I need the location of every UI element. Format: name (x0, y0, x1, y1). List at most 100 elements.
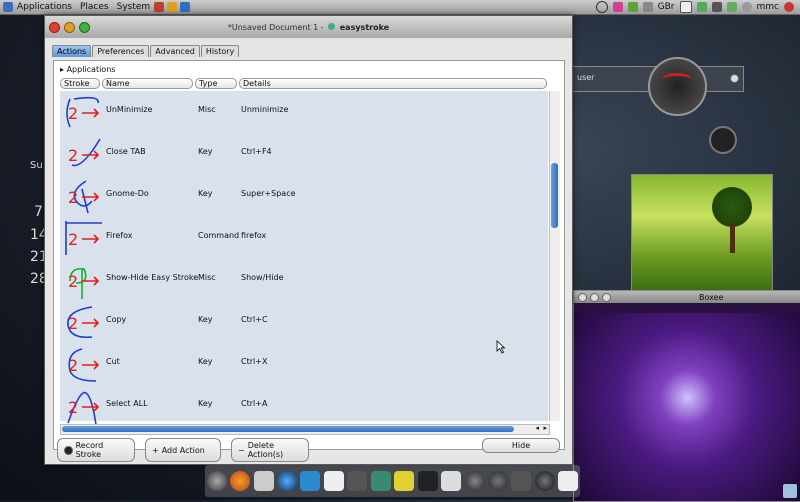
stroke-start-marker: 2 (68, 356, 78, 375)
close-icon[interactable] (730, 74, 739, 83)
action-name[interactable]: Firefox (106, 231, 132, 240)
settings-dock-icon[interactable] (441, 471, 462, 491)
info-dock-icon[interactable] (464, 471, 485, 491)
col-type[interactable]: Type (195, 78, 237, 89)
volume-icon[interactable] (711, 2, 722, 12)
action-details[interactable]: Super+Space (241, 189, 296, 198)
table-row[interactable]: 2 Firefox Command firefox (60, 217, 548, 259)
tree-group-applications[interactable]: ▸ Applications (60, 65, 115, 74)
action-name[interactable]: Gnome-Do (106, 189, 149, 198)
corner-app-icon[interactable] (783, 484, 797, 498)
action-name[interactable]: Close TAB (106, 147, 146, 156)
launcher-icon[interactable] (154, 2, 165, 12)
username[interactable]: mmc (757, 2, 779, 12)
table-row[interactable]: 2 Gnome-Do Key Super+Space (60, 175, 548, 217)
hide-button[interactable]: Hide (482, 438, 560, 453)
trash-dock-icon[interactable] (511, 471, 532, 491)
notes-dock-icon[interactable] (558, 471, 579, 491)
speedometer-widget (648, 57, 707, 116)
terminal-dock-icon[interactable] (417, 471, 438, 491)
menu-places[interactable]: Places (76, 2, 113, 12)
action-type[interactable]: Key (198, 357, 213, 366)
delete-action-button[interactable]: − Delete Action(s) (231, 438, 309, 462)
action-details[interactable]: Unminimize (241, 105, 288, 114)
user-icon[interactable] (741, 2, 752, 12)
stroke-dock-icon[interactable] (370, 471, 391, 491)
action-type[interactable]: Key (198, 315, 213, 324)
action-name[interactable]: UnMinimize (106, 105, 152, 114)
title-bar[interactable]: *Unsaved Document 1 - easystroke (45, 16, 572, 38)
horizontal-scroll-thumb[interactable] (62, 426, 514, 432)
table-row[interactable]: 2 Select ALL Key Ctrl+A (60, 385, 548, 427)
stroke-start-marker: 2 (68, 146, 78, 165)
maximize-icon[interactable] (602, 292, 611, 302)
stroke-gesture-icon: 2 (68, 138, 101, 167)
power-icon[interactable] (784, 2, 794, 12)
table-row[interactable]: 2 UnMinimize Misc Unminimize (60, 91, 548, 133)
col-stroke[interactable]: Stroke (60, 78, 100, 89)
action-type[interactable]: Key (198, 399, 213, 408)
notify-icon[interactable] (612, 2, 623, 12)
action-details[interactable]: Ctrl+C (241, 315, 268, 324)
launcher-icon[interactable] (180, 2, 191, 12)
keyboard-layout-indicator[interactable]: GBr (658, 2, 675, 12)
action-type[interactable]: Command (198, 231, 239, 240)
text-editor-dock-icon[interactable] (323, 471, 344, 491)
action-details[interactable]: Ctrl+X (241, 357, 267, 366)
crosshair-icon[interactable] (595, 1, 608, 13)
cpu-gauge-widget (709, 126, 737, 154)
network-icon[interactable] (627, 2, 638, 12)
stroke-gesture-icon: 2 (67, 391, 100, 425)
col-details[interactable]: Details (239, 78, 547, 89)
action-type[interactable]: Misc (198, 105, 216, 114)
tab-advanced[interactable]: Advanced (150, 45, 200, 57)
action-name[interactable]: Select ALL (106, 399, 148, 408)
table-row[interactable]: 2 Show-Hide Easy Stroke Misc Show/Hide (60, 259, 548, 301)
add-action-button[interactable]: + Add Action (145, 438, 221, 462)
browser-dock-icon[interactable] (277, 471, 298, 491)
menu-system[interactable]: System (113, 2, 155, 12)
firefox-dock-icon[interactable] (230, 471, 251, 491)
record-stroke-button[interactable]: Record Stroke (57, 438, 135, 462)
chart-icon[interactable] (696, 2, 707, 12)
action-details[interactable]: Show/Hide (241, 273, 284, 282)
col-name[interactable]: Name (102, 78, 193, 89)
table-row[interactable]: 2 Close TAB Key Ctrl+F4 (60, 133, 548, 175)
vertical-scrollbar[interactable] (549, 91, 560, 421)
lock-dock-icon[interactable] (347, 471, 368, 491)
action-type[interactable]: Key (198, 189, 213, 198)
expander-icon[interactable]: ▸ (60, 65, 64, 74)
launcher-icon[interactable] (167, 2, 178, 12)
table-row[interactable]: 2 Cut Key Ctrl+X (60, 343, 548, 385)
action-type[interactable]: Misc (198, 273, 216, 282)
action-type[interactable]: Key (198, 147, 213, 156)
arrow-right-icon (82, 150, 100, 160)
action-name[interactable]: Show-Hide Easy Stroke (106, 273, 198, 282)
action-details[interactable]: firefox (241, 231, 266, 240)
easystroke-dock-icon[interactable] (206, 471, 227, 491)
menu-applications[interactable]: Applications (13, 2, 76, 12)
apps-menu-icon[interactable] (3, 2, 13, 12)
power-dock-icon[interactable] (534, 471, 555, 491)
minimize-icon[interactable] (590, 292, 599, 302)
calculator-dock-icon[interactable] (253, 471, 274, 491)
scroll-left-icon[interactable]: ◂ (535, 424, 539, 432)
close-icon[interactable] (578, 292, 587, 302)
keyboard-icon[interactable] (642, 2, 653, 12)
scroll-right-icon[interactable]: ▸ (543, 424, 547, 432)
game-dock-icon[interactable] (394, 471, 415, 491)
table-row[interactable]: 2 Copy Key Ctrl+C (60, 301, 548, 343)
action-details[interactable]: Ctrl+A (241, 399, 267, 408)
action-name[interactable]: Cut (106, 357, 120, 366)
battery-icon[interactable] (726, 2, 737, 12)
tab-preferences[interactable]: Preferences (92, 45, 150, 57)
tab-history[interactable]: History (200, 45, 240, 57)
vertical-scroll-thumb[interactable] (551, 163, 558, 228)
action-details[interactable]: Ctrl+F4 (241, 147, 272, 156)
horizontal-scrollbar[interactable]: ◂ ▸ (60, 424, 550, 435)
action-name[interactable]: Copy (106, 315, 126, 324)
mail-icon[interactable] (679, 1, 692, 13)
tab-actions[interactable]: Actions (52, 45, 92, 57)
feather-dock-icon[interactable] (300, 471, 321, 491)
refresh-dock-icon[interactable] (487, 471, 508, 491)
